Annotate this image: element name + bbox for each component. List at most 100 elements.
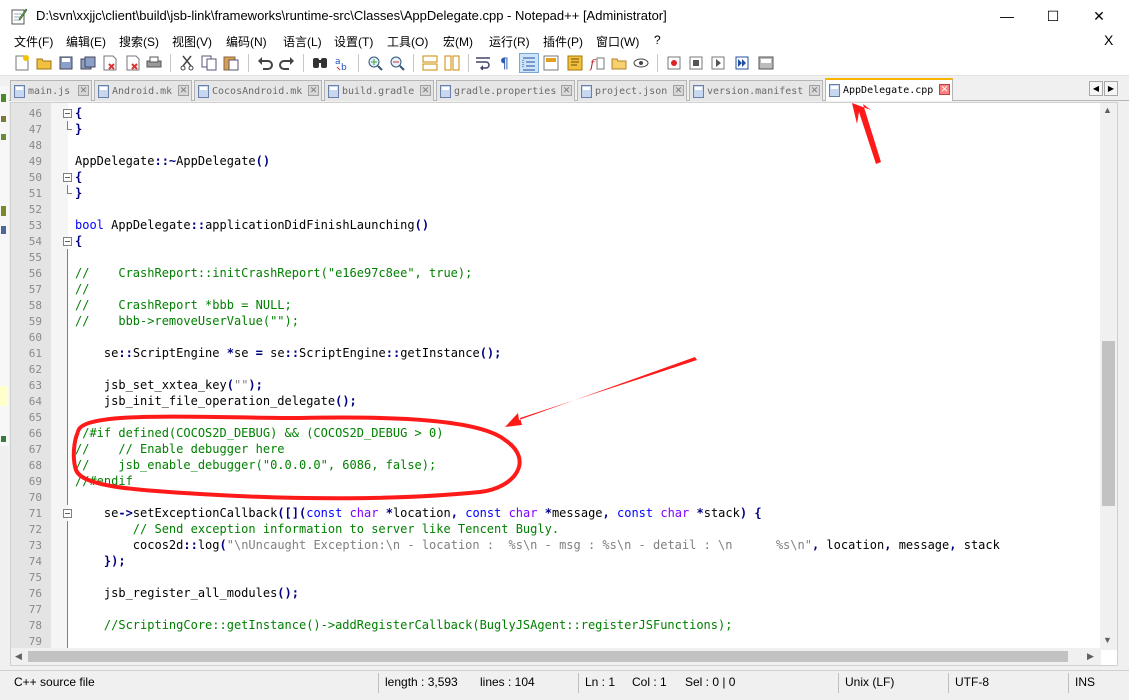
close-icon[interactable] [101, 54, 119, 72]
code-line[interactable]: 54 { [11, 233, 1101, 249]
tab-gradle-properties[interactable]: gradle.properties ✕ [436, 80, 575, 101]
code-line[interactable]: 57 // [11, 281, 1101, 297]
close-document-button[interactable]: X [1104, 32, 1113, 48]
fold-toggle-icon[interactable] [63, 173, 72, 182]
code-line[interactable]: 76 jsb_register_all_modules(); [11, 585, 1101, 601]
save-icon[interactable] [57, 54, 75, 72]
fold-toggle-icon[interactable] [63, 509, 72, 518]
menu-run[interactable]: 运行(R) [489, 33, 530, 50]
indent-guide-icon[interactable] [519, 53, 539, 73]
code-line[interactable]: 53 bool AppDelegate::applicationDidFinish… [11, 217, 1101, 233]
code-editor[interactable]: 46{47} 48 49 AppDelegate::~AppDelegate() 50{… [10, 102, 1118, 666]
stop-record-icon[interactable] [687, 54, 705, 72]
code-line[interactable]: 49 AppDelegate::~AppDelegate() [11, 153, 1101, 169]
tab-close-icon[interactable]: ✕ [561, 85, 572, 96]
code-line[interactable]: 47} [11, 121, 1101, 137]
code-line[interactable]: 66 //#if defined(COCOS2D_DEBUG) && (COCOS… [11, 425, 1101, 441]
code-line[interactable]: 61 se::ScriptEngine *se = se::ScriptEngi… [11, 345, 1101, 361]
tab-build-gradle[interactable]: build.gradle ✕ [324, 80, 434, 101]
vertical-scroll-thumb[interactable] [1102, 341, 1115, 506]
menu-edit[interactable]: 编辑(E) [66, 33, 106, 50]
new-file-icon[interactable] [13, 54, 31, 72]
zoom-in-icon[interactable] [366, 54, 384, 72]
sync-vertical-icon[interactable] [421, 54, 439, 72]
menu-encoding[interactable]: 编码(N) [226, 33, 267, 50]
code-line[interactable]: 74 }); [11, 553, 1101, 569]
code-line[interactable]: 77 [11, 601, 1101, 617]
redo-icon[interactable] [278, 54, 296, 72]
menu-language[interactable]: 语言(L) [283, 33, 322, 50]
tab-close-icon[interactable]: ✕ [939, 84, 950, 95]
replace-icon[interactable]: ab [333, 54, 351, 72]
tab-close-icon[interactable]: ✕ [78, 85, 89, 96]
scroll-right-icon[interactable]: ▶ [1087, 651, 1094, 662]
scroll-up-icon[interactable]: ▲ [1103, 105, 1112, 115]
play-macro-icon[interactable] [709, 54, 727, 72]
maximize-button[interactable]: ☐ [1030, 0, 1076, 32]
horizontal-scrollbar[interactable]: ◀ ▶ [11, 648, 1101, 665]
find-icon[interactable] [311, 54, 329, 72]
code-line[interactable]: 78 //ScriptingCore::getInstance()->addRe… [11, 617, 1101, 633]
folder-workspace-icon[interactable] [610, 54, 628, 72]
code-line[interactable]: 69 //#endif [11, 473, 1101, 489]
tab-scroll-left-icon[interactable]: ◀ [1089, 81, 1103, 96]
copy-icon[interactable] [200, 54, 218, 72]
tab-main-js[interactable]: main.js ✕ [10, 80, 92, 101]
code-line[interactable]: 64 jsb_init_file_operation_delegate(); [11, 393, 1101, 409]
code-line[interactable]: 79 [11, 633, 1101, 649]
code-line[interactable]: 51} [11, 185, 1101, 201]
code-line[interactable]: 55 [11, 249, 1101, 265]
menu-search[interactable]: 搜索(S) [119, 33, 159, 50]
menu-plugins[interactable]: 插件(P) [543, 33, 583, 50]
code-line[interactable]: 52 [11, 201, 1101, 217]
tab-project-json[interactable]: project.json ✕ [577, 80, 687, 101]
scroll-down-icon[interactable]: ▼ [1103, 635, 1112, 645]
word-wrap-icon[interactable] [474, 54, 492, 72]
menu-settings[interactable]: 设置(T) [334, 33, 373, 50]
tab-close-icon[interactable]: ✕ [673, 85, 684, 96]
udl-icon[interactable] [542, 54, 560, 72]
code-line[interactable]: 72 // Send exception information to serv… [11, 521, 1101, 537]
tab-appdelegate-cpp[interactable]: AppDelegate.cpp ✕ [825, 78, 953, 101]
play-multiple-icon[interactable] [733, 54, 751, 72]
zoom-out-icon[interactable] [388, 54, 406, 72]
menu-macro[interactable]: 宏(M) [443, 33, 473, 50]
paste-icon[interactable] [222, 54, 240, 72]
tab-close-icon[interactable]: ✕ [308, 85, 319, 96]
minimize-button[interactable]: — [984, 0, 1030, 32]
tab-close-icon[interactable]: ✕ [420, 85, 431, 96]
scroll-left-icon[interactable]: ◀ [15, 651, 22, 662]
close-window-button[interactable]: ✕ [1076, 0, 1122, 32]
code-line[interactable]: 59 // bbb->removeUserValue(""); [11, 313, 1101, 329]
function-list-icon[interactable]: f [588, 54, 606, 72]
code-line[interactable]: 73 cocos2d::log("\nUncaught Exception:\n… [11, 537, 1101, 553]
code-line[interactable]: 56 // CrashReport::initCrashReport("e16e9… [11, 265, 1101, 281]
cut-icon[interactable] [178, 54, 196, 72]
show-all-chars-icon[interactable]: ¶ [496, 54, 514, 72]
code-line[interactable]: 68 // jsb_enable_debugger("0.0.0.0", 6086… [11, 457, 1101, 473]
horizontal-scroll-thumb[interactable] [28, 651, 1068, 662]
menu-tools[interactable]: 工具(O) [387, 33, 428, 50]
tab-scroll-right-icon[interactable]: ▶ [1104, 81, 1118, 96]
tab-android-mk[interactable]: Android.mk ✕ [94, 80, 192, 101]
fold-toggle-icon[interactable] [63, 237, 72, 246]
open-file-icon[interactable] [35, 54, 53, 72]
menu-help[interactable]: ? [654, 33, 661, 47]
code-line[interactable]: 46 { [11, 105, 1101, 121]
vertical-scrollbar[interactable]: ▲ ▼ [1100, 103, 1117, 650]
code-line[interactable]: 60 [11, 329, 1101, 345]
fold-toggle-icon[interactable] [63, 109, 72, 118]
monitoring-icon[interactable] [632, 54, 650, 72]
code-line[interactable]: 75 [11, 569, 1101, 585]
sync-horizontal-icon[interactable] [443, 54, 461, 72]
print-icon[interactable] [145, 54, 163, 72]
tab-close-icon[interactable]: ✕ [178, 85, 189, 96]
code-line[interactable]: 62 [11, 361, 1101, 377]
code-line[interactable]: 70 [11, 489, 1101, 505]
menu-file[interactable]: 文件(F) [14, 33, 53, 50]
save-all-icon[interactable] [79, 54, 97, 72]
close-all-icon[interactable] [123, 54, 141, 72]
tab-close-icon[interactable]: ✕ [809, 85, 820, 96]
tab-cocosandroid-mk[interactable]: CocosAndroid.mk ✕ [194, 80, 322, 101]
doc-map-icon[interactable] [566, 54, 584, 72]
